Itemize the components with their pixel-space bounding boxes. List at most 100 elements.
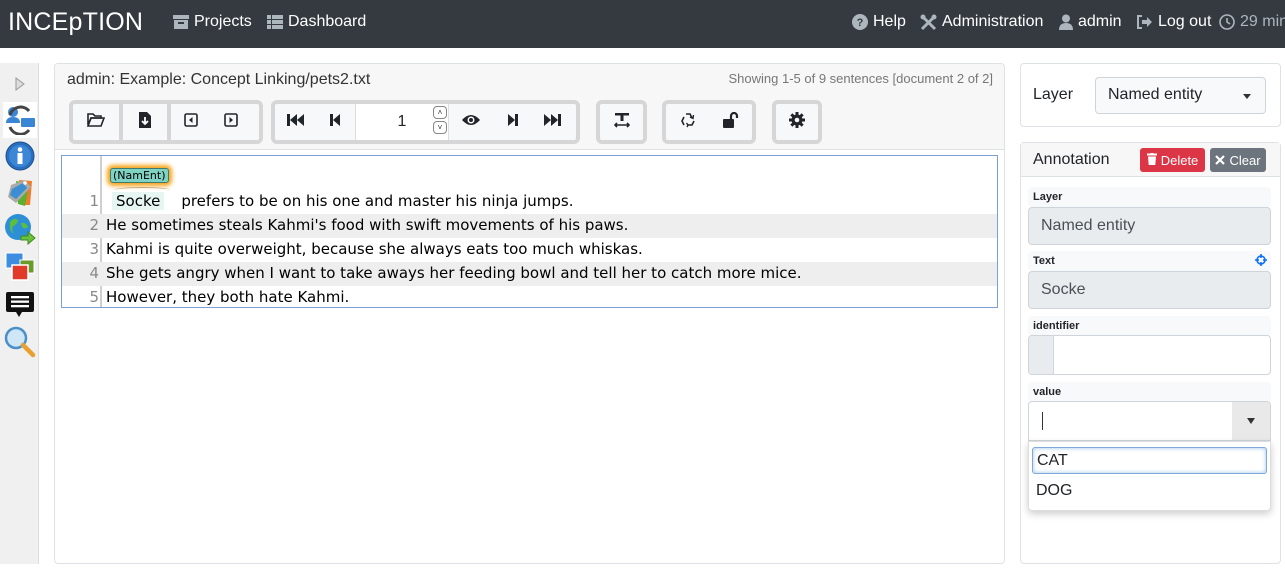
delete-label: Delete xyxy=(1160,152,1199,168)
sign-out-icon xyxy=(1136,15,1153,29)
paging-toolbar-group: 1 ˄ ˅ xyxy=(271,100,580,144)
prev-document-icon xyxy=(184,112,198,132)
nav-user-label: admin xyxy=(1078,13,1122,30)
text-layout-button[interactable] xyxy=(600,104,643,140)
field-identifier-label: identifier xyxy=(1028,316,1271,336)
trash-icon xyxy=(1146,152,1157,168)
preview-button[interactable] xyxy=(449,104,493,140)
nav-dashboard[interactable]: Dashboard xyxy=(267,13,366,31)
nav-dashboard-label: Dashboard xyxy=(288,13,367,30)
step-forward-icon xyxy=(507,113,519,132)
document-state-toolbar-group xyxy=(662,100,756,144)
sentence-row: 5 However, they both hate Kahmi. xyxy=(62,286,997,310)
nav-help[interactable]: ? Help xyxy=(852,13,906,31)
folder-open-icon xyxy=(86,112,106,132)
last-page-button[interactable] xyxy=(533,104,573,140)
dropdown-option[interactable]: CAT xyxy=(1032,447,1267,474)
nav-projects-label: Projects xyxy=(194,13,252,30)
nav-help-label: Help xyxy=(873,13,906,30)
document-toolbar-group xyxy=(69,100,263,144)
layer-card: Layer Named entity xyxy=(1020,63,1281,127)
user-icon xyxy=(1059,14,1073,30)
tools-icon xyxy=(920,14,937,31)
crosshairs-icon[interactable] xyxy=(1255,254,1267,269)
value-dropdown-toggle[interactable] xyxy=(1232,402,1270,440)
editor-header: admin: Example: Concept Linking/pets2.tx… xyxy=(55,64,1004,150)
reset-document-button[interactable] xyxy=(666,104,709,140)
session-timer-label: 29 min xyxy=(1240,13,1285,30)
next-page-button[interactable] xyxy=(493,104,533,140)
value-combobox[interactable] xyxy=(1028,401,1271,441)
settings-toolbar-group xyxy=(772,100,822,144)
gear-icon xyxy=(789,111,805,133)
lock-document-button[interactable] xyxy=(709,104,752,140)
previous-page-button[interactable] xyxy=(315,104,355,140)
field-value-label: value xyxy=(1028,382,1271,402)
search-icon[interactable] xyxy=(4,326,36,358)
open-document-button[interactable] xyxy=(73,104,119,140)
previous-document-button[interactable] xyxy=(171,104,211,140)
layer-label: Layer xyxy=(1033,86,1074,103)
nav-administration[interactable]: Administration xyxy=(920,13,1043,31)
spinner-down-icon[interactable]: ˅ xyxy=(433,121,447,134)
chevron-down-icon xyxy=(1243,94,1251,99)
sentence-number: 4 xyxy=(89,264,99,282)
table-list-icon xyxy=(267,15,283,29)
clear-button[interactable]: Clear xyxy=(1210,148,1266,172)
unlock-icon xyxy=(722,111,739,133)
layer-select[interactable]: Named entity xyxy=(1095,77,1266,114)
dropdown-option[interactable]: DOG xyxy=(1032,478,1267,505)
info-icon[interactable] xyxy=(4,140,36,172)
sentence-row: 4 She gets angry when I want to take awa… xyxy=(62,262,997,286)
annotated-token[interactable]: Socke xyxy=(112,192,165,210)
field-text-label-text: Text xyxy=(1033,255,1055,267)
nav-logout[interactable]: Log out xyxy=(1136,13,1211,31)
user-sync-icon[interactable] xyxy=(3,102,37,138)
page-number-spinner[interactable]: ˄ ˅ xyxy=(433,106,447,136)
recycle-icon xyxy=(680,112,696,133)
app-brand[interactable]: INCEpTION xyxy=(8,8,143,37)
sentence-rest-text: prefers to be on his one and master his … xyxy=(181,192,574,210)
nav-administration-label: Administration xyxy=(942,13,1044,30)
page-number-input[interactable]: 1 ˄ ˅ xyxy=(355,104,449,140)
svg-text:?: ? xyxy=(857,17,864,29)
expand-arrow-icon[interactable] xyxy=(4,68,36,100)
value-dropdown-list: CAT DOG xyxy=(1028,441,1271,511)
sentence-text: He sometimes steals Kahmi's food with sw… xyxy=(106,216,629,234)
clock-icon xyxy=(1219,14,1235,30)
field-text-label: Text xyxy=(1028,251,1271,271)
fast-backward-icon xyxy=(286,113,304,132)
images-icon[interactable] xyxy=(4,251,36,283)
nav-logout-label: Log out xyxy=(1158,13,1212,30)
clear-label: Clear xyxy=(1229,152,1261,168)
tags-icon[interactable] xyxy=(4,176,36,208)
identifier-input[interactable] xyxy=(1028,335,1271,375)
sentence-text: However, they both hate Kahmi. xyxy=(106,288,350,306)
nav-projects[interactable]: Projects xyxy=(173,13,252,31)
question-circle-icon: ? xyxy=(852,14,868,30)
page-number-value: 1 xyxy=(397,113,407,130)
annotation-span-label[interactable]: (NamEnt) xyxy=(110,168,169,183)
sidebar xyxy=(0,63,39,564)
export-document-button[interactable] xyxy=(123,104,167,140)
editor-panel: admin: Example: Concept Linking/pets2.tx… xyxy=(54,63,1005,564)
annotation-card: Annotation Delete Clear Layer Named enti… xyxy=(1020,142,1281,564)
settings-button[interactable] xyxy=(776,104,818,140)
nav-user[interactable]: admin xyxy=(1059,13,1122,31)
first-page-button[interactable] xyxy=(275,104,315,140)
close-icon xyxy=(1215,153,1226,168)
annotation-title: Annotation xyxy=(1033,151,1110,168)
next-document-button[interactable] xyxy=(211,104,251,140)
document-title: admin: Example: Concept Linking/pets2.tx… xyxy=(67,71,371,88)
annotation-editor[interactable]: (NamEnt) 1 Socke prefers to be on his one… xyxy=(61,155,998,308)
delete-button[interactable]: Delete xyxy=(1140,148,1205,172)
next-document-icon xyxy=(224,112,238,132)
sentence-text: Kahmi is quite overweight, because she a… xyxy=(106,240,643,258)
comment-icon[interactable] xyxy=(4,289,36,321)
globe-link-icon[interactable] xyxy=(4,213,36,245)
sentence-text: Socke prefers to be on his one and master… xyxy=(112,192,574,210)
archive-icon xyxy=(173,15,189,29)
file-export-icon xyxy=(139,111,151,133)
spinner-up-icon[interactable]: ˄ xyxy=(433,106,447,119)
top-navbar: INCEpTION Projects Dashboard ? Help Admi… xyxy=(0,0,1285,48)
